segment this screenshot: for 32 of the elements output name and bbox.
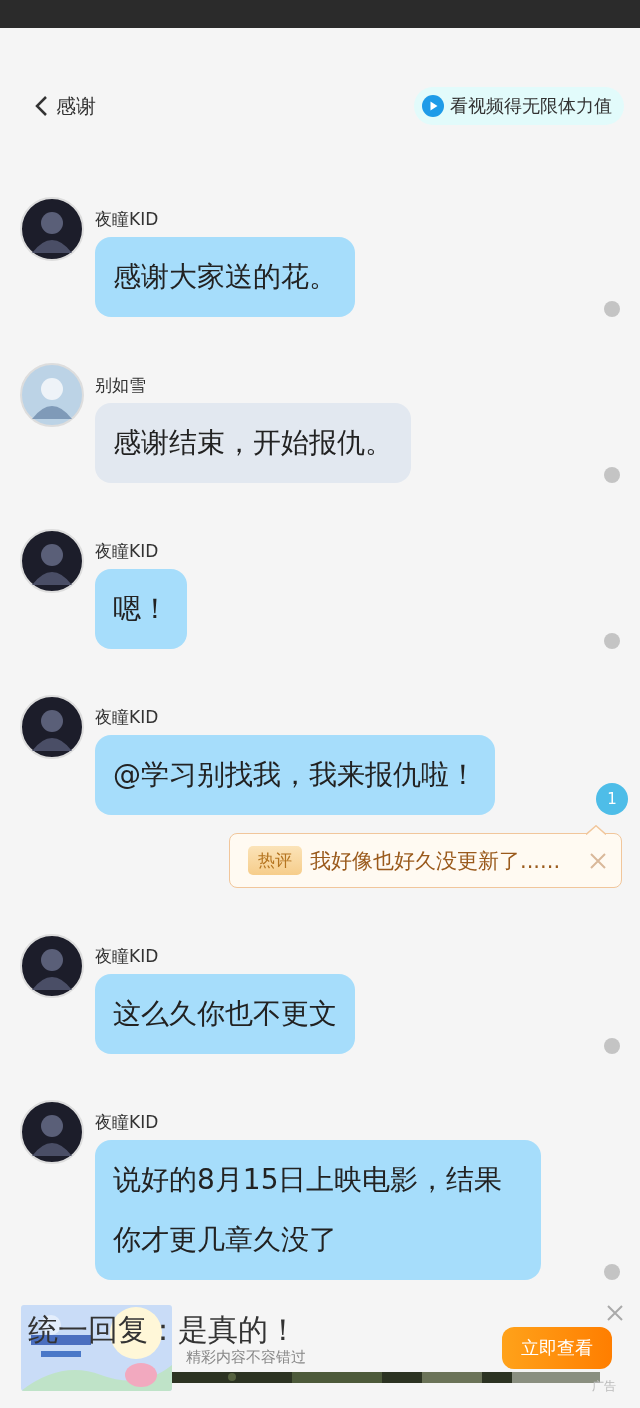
avatar[interactable] [20,695,84,759]
hot-comment-text: 我好像也好久没更新了...... [310,847,561,875]
username: 别如雪 [95,375,146,395]
avatar[interactable] [20,529,84,593]
close-icon[interactable] [589,851,607,870]
back-button[interactable]: 感谢 [34,92,96,120]
comment-dot[interactable] [604,1038,620,1054]
comment-dot[interactable] [604,633,620,649]
message-bubble: 感谢大家送的花。 [95,237,355,317]
play-icon [422,95,444,117]
video-reward-button[interactable]: 看视频得无限体力值 [414,87,624,125]
username: 夜瞳KID [95,1112,159,1132]
avatar[interactable] [20,934,84,998]
comment-dot[interactable] [604,1264,620,1280]
hot-comment-popup[interactable]: 热评 我好像也好久没更新了...... [229,833,622,888]
message-bubble: @学习别找我，我来报仇啦！ [95,735,495,815]
username: 夜瞳KID [95,707,159,727]
username: 夜瞳KID [95,946,159,966]
avatar[interactable] [20,197,84,261]
message-bubble: 说好的8月15日上映电影，结果你才更几章久没了 [95,1140,541,1280]
avatar[interactable] [20,1100,84,1164]
message-bubble: 感谢结束，开始报仇。 [95,403,411,483]
hot-comment-tag: 热评 [248,846,302,875]
comment-dot[interactable] [604,301,620,317]
back-icon [34,95,48,117]
message-bubble: 嗯！ [95,569,187,649]
ad-subtitle: 精彩内容不容错过 [186,1348,306,1367]
comment-dot[interactable] [604,467,620,483]
close-icon[interactable] [606,1304,624,1322]
username: 夜瞳KID [95,541,159,561]
message-bubble: 这么久你也不更文 [95,974,355,1054]
username: 夜瞳KID [95,209,159,229]
